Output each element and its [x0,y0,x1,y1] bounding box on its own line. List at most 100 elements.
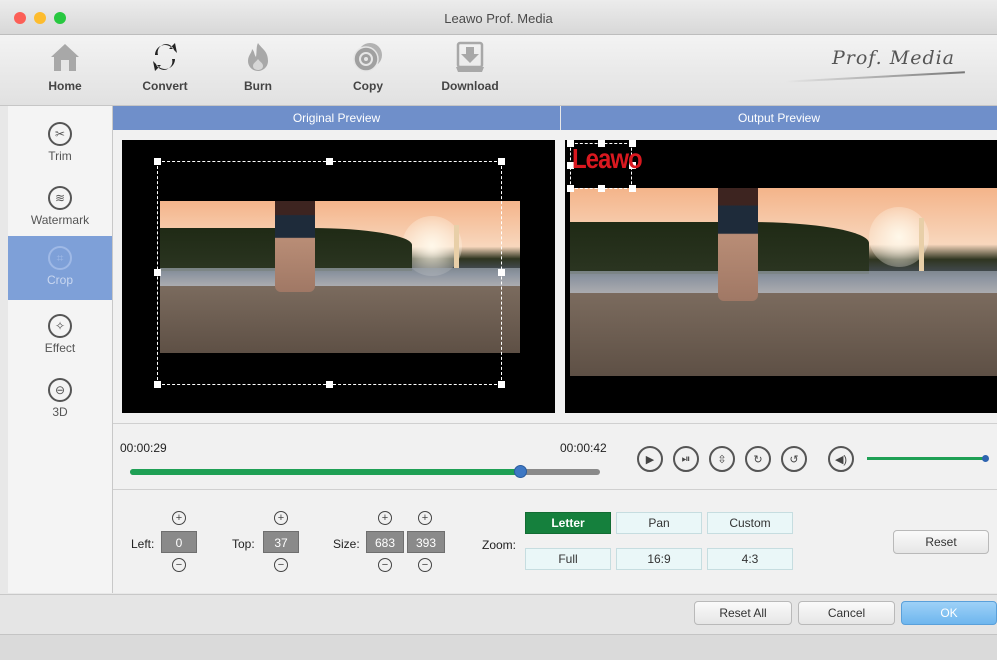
rotate-counterclockwise-button[interactable]: ↺ [781,446,807,472]
toolbar-burn-button[interactable]: Burn [221,39,295,93]
left-decrease-button[interactable]: − [172,558,186,572]
height-decrease-button[interactable]: − [418,558,432,572]
zoom-custom-button[interactable]: Custom [707,512,793,534]
edit-sidebar: ✂ Trim ≋ Watermark ⌗ Crop ✧ Effect ⊖ 3D [8,106,113,593]
left-value-field[interactable]: 0 [161,531,197,553]
toolbar-download-label: Download [441,79,499,93]
rotate-clockwise-button[interactable]: ↻ [745,446,771,472]
crop-handle[interactable] [326,158,333,165]
toolbar-convert-label: Convert [142,79,188,93]
crop-handle[interactable] [498,269,505,276]
crop-handle[interactable] [154,269,161,276]
brand-underline [785,71,965,83]
rotate-clockwise-icon: ↻ [753,453,763,466]
toolbar-home-label: Home [48,79,82,93]
watermark-handle[interactable] [598,185,605,192]
crop-icon: ⌗ [48,246,72,270]
original-preview-video[interactable] [122,140,555,413]
volume-knob[interactable] [982,455,989,462]
current-time: 00:00:29 [120,441,167,455]
toolbar-copy-label: Copy [353,79,383,93]
sidebar-item-label: Trim [48,149,72,163]
width-decrease-button[interactable]: − [378,558,392,572]
progress-knob[interactable] [514,465,527,478]
height-value-field[interactable]: 393 [407,531,445,553]
watermark-handle[interactable] [629,185,636,192]
scissors-icon: ✂ [48,122,72,146]
top-decrease-button[interactable]: − [274,558,288,572]
home-icon [51,44,79,71]
sidebar-item-label: Effect [44,341,76,355]
zoom-letter-button[interactable]: Letter [525,512,611,534]
zoom-pan-button[interactable]: Pan [616,512,702,534]
crop-handle[interactable] [154,381,161,388]
output-preview-header: Output Preview [561,106,997,130]
watermark-handle[interactable] [567,185,574,192]
watermark-icon: ≋ [48,186,72,210]
progress-fill [130,469,520,475]
flip-vertical-button[interactable]: ⇳ [709,446,735,472]
toolbar-convert-button[interactable]: Convert [128,39,202,93]
divider [113,489,997,490]
watermark-text: Leawo [572,143,643,175]
sidebar-item-crop[interactable]: ⌗ Crop [8,236,112,300]
volume-button[interactable]: ◀) [828,446,854,472]
play-icon: ▶ [645,453,655,466]
next-frame-icon: ⏯ [681,452,691,465]
crop-handle[interactable] [498,381,505,388]
toolbar-copy-button[interactable]: Copy [331,39,405,93]
original-preview-header: Original Preview [113,106,560,130]
top-value-field[interactable]: 37 [263,531,299,553]
speaker-icon: ◀) [834,453,848,466]
3d-glasses-icon: ⊖ [48,378,72,402]
next-frame-button[interactable]: ⏯ [673,446,699,472]
sidebar-item-label: Crop [46,273,73,287]
reset-button[interactable]: Reset [893,530,989,554]
effect-icon: ✧ [48,314,72,338]
height-increase-button[interactable]: + [418,511,432,525]
output-video-frame [570,188,997,376]
crop-handle[interactable] [154,158,161,165]
copy-icon [353,43,382,72]
cancel-button[interactable]: Cancel [798,601,895,625]
crop-selection-box[interactable] [157,161,502,385]
main-toolbar: Home Convert Burn Copy Download Prof. Me… [0,35,997,106]
width-increase-button[interactable]: + [378,511,392,525]
left-increase-button[interactable]: + [172,511,186,525]
sidebar-item-label: Watermark [30,213,90,227]
status-bar [0,634,997,660]
divider [113,423,997,424]
download-icon [456,41,484,72]
left-label: Left: [131,537,155,551]
sidebar-item-effect[interactable]: ✧ Effect [8,304,112,368]
sidebar-item-watermark[interactable]: ≋ Watermark [8,176,112,240]
crop-handle[interactable] [498,158,505,165]
zoom-label: Zoom: [482,538,517,552]
volume-slider[interactable] [867,457,987,460]
play-button[interactable]: ▶ [637,446,663,472]
output-preview-video [565,140,997,413]
window-title: Leawo Prof. Media [444,11,553,26]
title-bar: Leawo Prof. Media [0,0,997,35]
size-label: Size: [333,537,360,551]
burn-icon [248,43,268,71]
reset-all-button[interactable]: Reset All [694,601,792,625]
rotate-counterclockwise-icon: ↺ [789,453,799,466]
brand-logo: Prof. Media [832,47,956,69]
toolbar-download-button[interactable]: Download [433,39,507,93]
top-increase-button[interactable]: + [274,511,288,525]
convert-icon [153,43,177,71]
toolbar-home-button[interactable]: Home [28,39,102,93]
width-value-field[interactable]: 683 [366,531,404,553]
end-time: 00:00:42 [560,441,607,455]
zoom-full-button[interactable]: Full [525,548,611,570]
ok-button[interactable]: OK [901,601,997,625]
sidebar-item-3d[interactable]: ⊖ 3D [8,368,112,432]
crop-handle[interactable] [326,381,333,388]
toolbar-burn-label: Burn [244,79,272,93]
top-label: Top: [232,537,255,551]
sidebar-item-trim[interactable]: ✂ Trim [8,112,112,176]
flip-vertical-icon: ⇳ [717,453,727,466]
zoom-16-9-button[interactable]: 16:9 [616,548,702,570]
zoom-4-3-button[interactable]: 4:3 [707,548,793,570]
